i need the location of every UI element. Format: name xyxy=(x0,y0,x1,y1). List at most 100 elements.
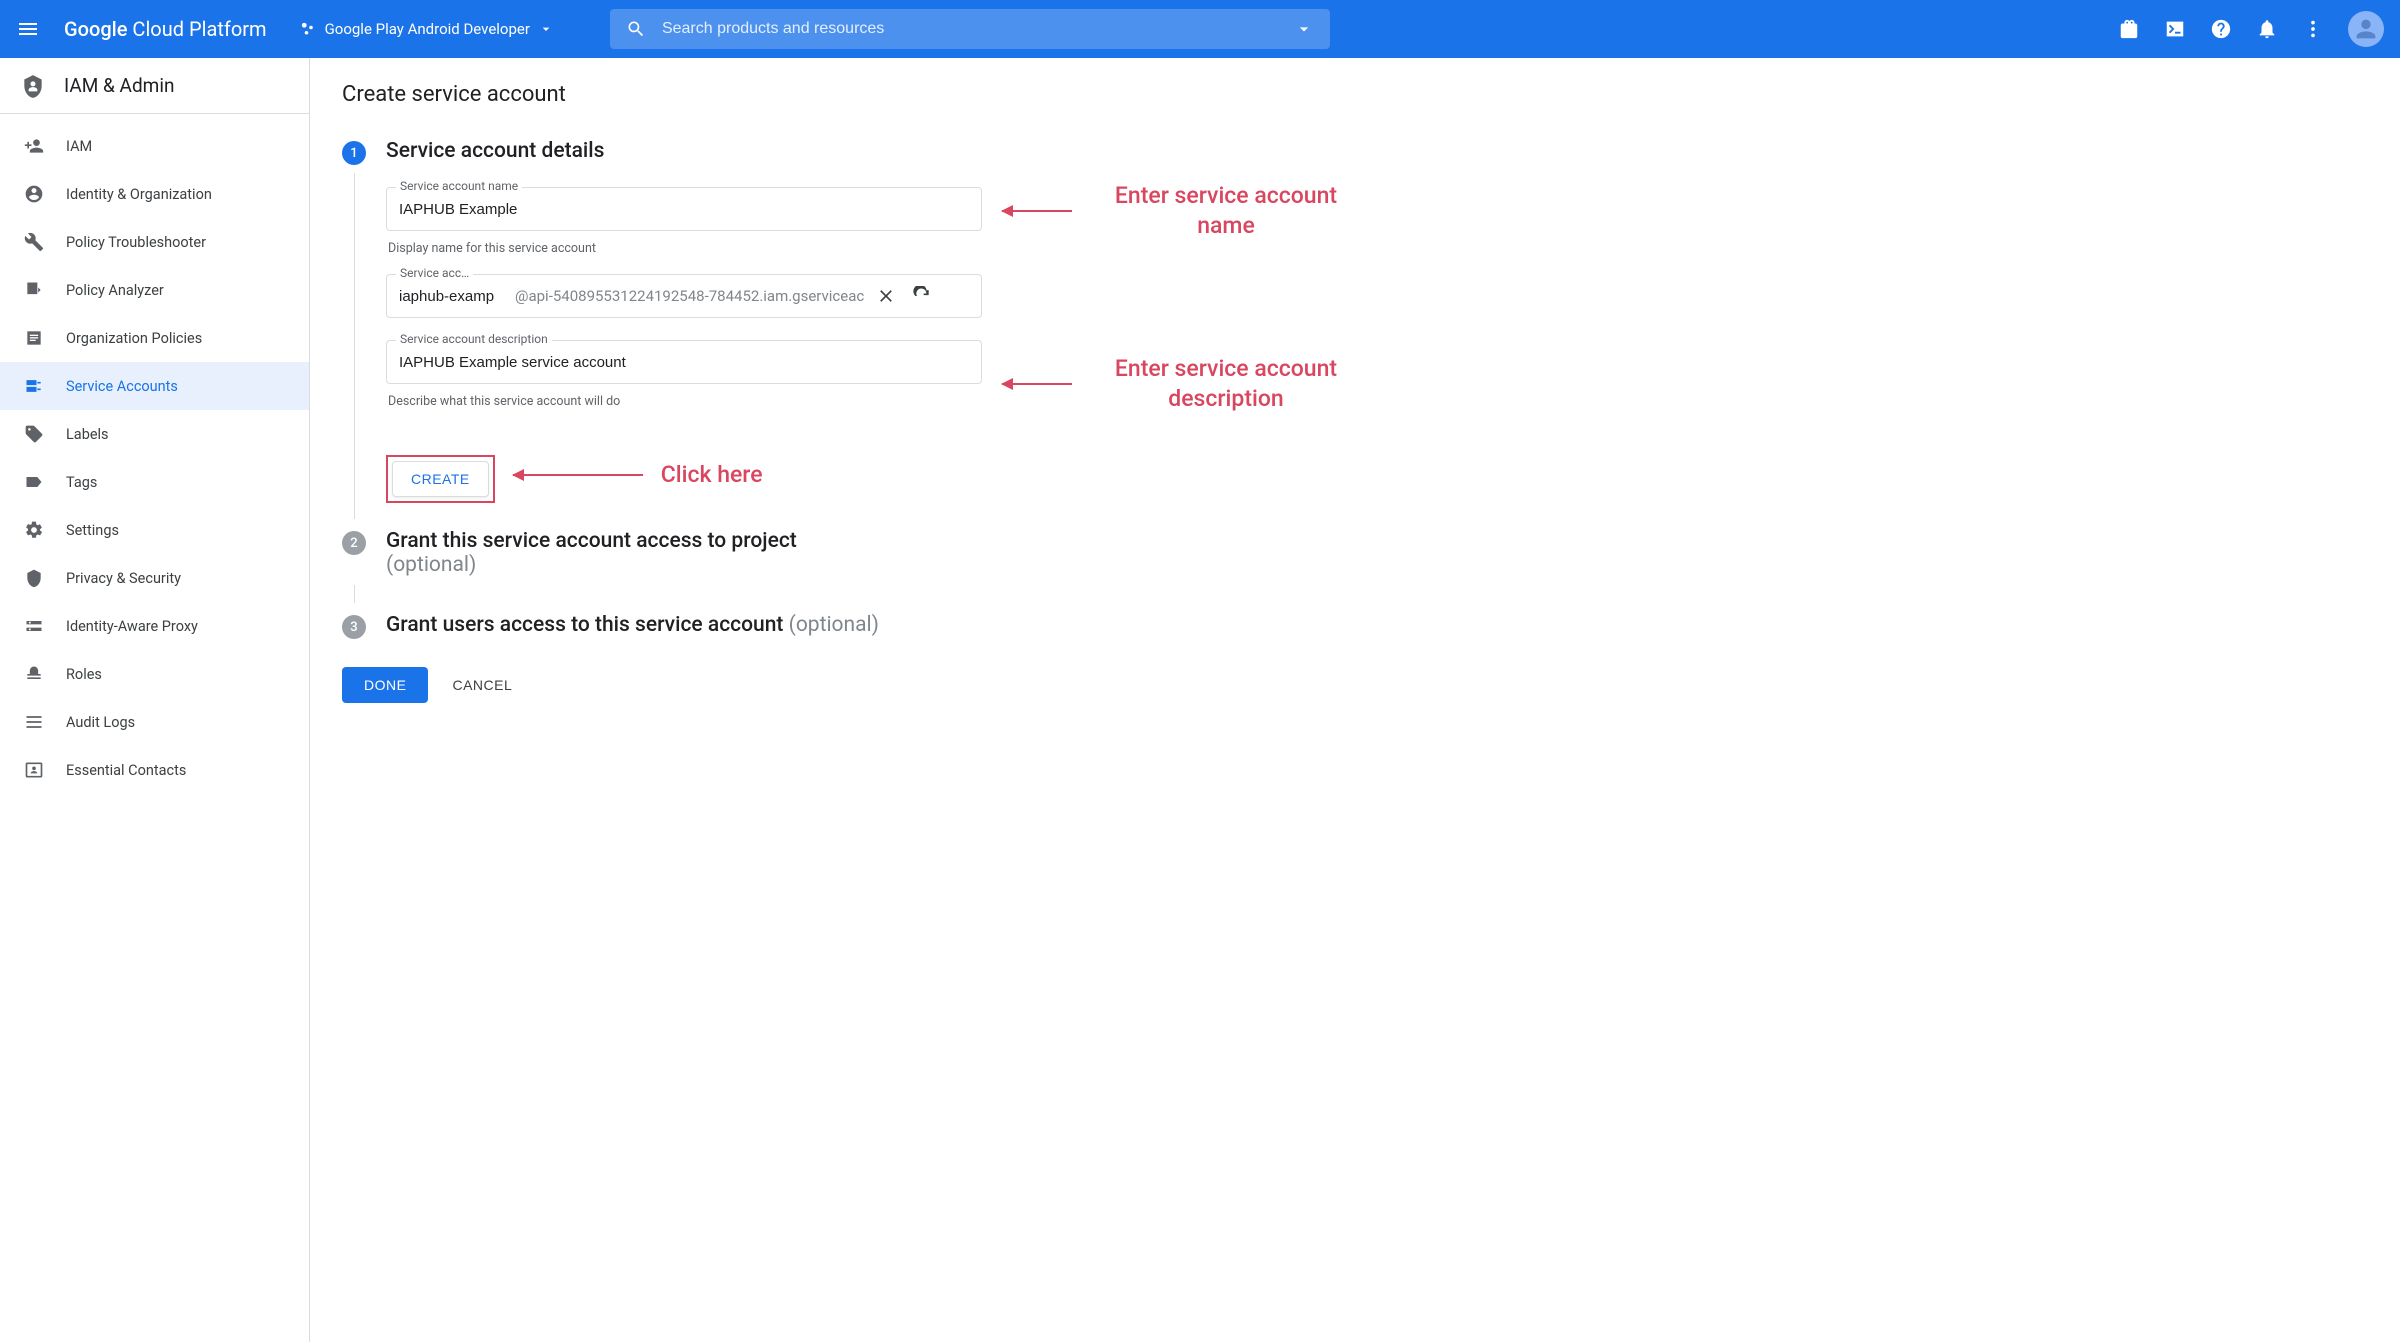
step-3-number: 3 xyxy=(342,615,366,639)
nav-label: Identity-Aware Proxy xyxy=(66,618,198,635)
nav-label: Privacy & Security xyxy=(66,570,181,587)
step-1-number: 1 xyxy=(342,141,366,165)
nav-item-settings[interactable]: Settings xyxy=(0,506,309,554)
chevron-down-icon[interactable] xyxy=(1294,19,1314,39)
nav-label: Organization Policies xyxy=(66,330,202,347)
service-account-description-field: Service account description xyxy=(386,340,982,384)
step-3: 3 Grant users access to this service acc… xyxy=(342,613,982,639)
nav-label: IAM xyxy=(66,138,92,155)
service-account-name-field: Service account name xyxy=(386,187,982,231)
policy-analyzer-icon xyxy=(24,280,44,300)
name-help-text: Display name for this service account xyxy=(386,235,982,274)
nav-label: Policy Analyzer xyxy=(66,282,164,299)
nav-label: Labels xyxy=(66,426,109,443)
annotation-name: Enter service account name xyxy=(1002,181,1366,241)
avatar[interactable] xyxy=(2348,11,2384,47)
nav-item-audit-logs[interactable]: Audit Logs xyxy=(0,698,309,746)
nav-label: Essential Contacts xyxy=(66,762,186,779)
nav-label: Audit Logs xyxy=(66,714,135,731)
desc-help-text: Describe what this service account will … xyxy=(386,388,982,427)
search-input[interactable] xyxy=(662,20,1278,38)
step-2-number: 2 xyxy=(342,531,366,555)
hat-icon xyxy=(24,664,44,684)
notifications-icon[interactable] xyxy=(2256,18,2278,40)
field-label: Service account description xyxy=(396,332,552,346)
service-account-id-suffix: @api-540895531224192548-784452.iam.gserv… xyxy=(515,287,864,305)
nav-label: Identity & Organization xyxy=(66,186,212,203)
nav-item-labels[interactable]: Labels xyxy=(0,410,309,458)
nav: IAM Identity & Organization Policy Troub… xyxy=(0,114,309,794)
nav-item-roles[interactable]: Roles xyxy=(0,650,309,698)
page-title: Create service account xyxy=(342,82,2368,107)
step-1-title: Service account details xyxy=(386,139,982,163)
nav-item-org-policies[interactable]: Organization Policies xyxy=(0,314,309,362)
service-account-icon xyxy=(24,376,44,396)
top-header: Google Cloud Platform Google Play Androi… xyxy=(0,0,2400,58)
annotation-description: Enter service account description xyxy=(1002,354,1366,414)
shield-icon xyxy=(24,568,44,588)
service-account-name-input[interactable] xyxy=(399,201,969,218)
header-actions xyxy=(2094,11,2384,47)
nav-label: Settings xyxy=(66,522,119,539)
sidebar-title: IAM & Admin xyxy=(64,74,174,97)
annotation-arrow xyxy=(513,474,643,476)
step-3-title: Grant users access to this service accou… xyxy=(386,613,982,637)
help-icon[interactable] xyxy=(2210,18,2232,40)
cancel-button[interactable]: CANCEL xyxy=(452,677,512,693)
main-content: Create service account 1 Service account… xyxy=(310,58,2400,1342)
contacts-icon xyxy=(24,760,44,780)
document-icon xyxy=(24,328,44,348)
sidebar: IAM & Admin IAM Identity & Organization … xyxy=(0,58,310,1342)
nav-item-tags[interactable]: Tags xyxy=(0,458,309,506)
sidebar-header: IAM & Admin xyxy=(0,58,309,114)
field-label: Service account name xyxy=(396,179,522,193)
step-2: 2 Grant this service account access to p… xyxy=(342,529,982,577)
logo[interactable]: Google Cloud Platform xyxy=(64,17,267,41)
nav-item-identity-org[interactable]: Identity & Organization xyxy=(0,170,309,218)
iap-icon xyxy=(24,616,44,636)
chevron-down-icon xyxy=(538,21,554,37)
project-selector[interactable]: Google Play Android Developer xyxy=(299,20,554,38)
footer-buttons: DONE CANCEL xyxy=(342,667,982,703)
gear-icon xyxy=(24,520,44,540)
step-1: 1 Service account details xyxy=(342,139,982,165)
nav-label: Tags xyxy=(66,474,97,491)
done-button[interactable]: DONE xyxy=(342,667,428,703)
nav-item-privacy-security[interactable]: Privacy & Security xyxy=(0,554,309,602)
person-add-icon xyxy=(24,136,44,156)
step-2-title: Grant this service account access to pro… xyxy=(386,529,982,577)
search-icon xyxy=(626,19,646,39)
nav-item-service-accounts[interactable]: Service Accounts xyxy=(0,362,309,410)
gift-icon[interactable] xyxy=(2118,18,2140,40)
hamburger-menu-icon[interactable] xyxy=(16,17,40,41)
nav-label: Service Accounts xyxy=(66,378,178,395)
nav-item-policy-troubleshooter[interactable]: Policy Troubleshooter xyxy=(0,218,309,266)
label-icon xyxy=(24,472,44,492)
refresh-icon[interactable] xyxy=(908,282,936,310)
service-account-description-input[interactable] xyxy=(399,354,969,371)
nav-label: Roles xyxy=(66,666,102,683)
nav-item-iap[interactable]: Identity-Aware Proxy xyxy=(0,602,309,650)
cloud-shell-icon[interactable] xyxy=(2164,18,2186,40)
annotation-create: Click here xyxy=(661,460,763,490)
account-circle-icon xyxy=(24,184,44,204)
tag-icon xyxy=(24,424,44,444)
project-name: Google Play Android Developer xyxy=(325,20,530,38)
annotation-arrow xyxy=(1002,383,1072,385)
iam-admin-icon xyxy=(20,73,46,99)
nav-item-iam[interactable]: IAM xyxy=(0,122,309,170)
clear-icon[interactable] xyxy=(872,282,900,310)
wrench-icon xyxy=(24,232,44,252)
create-button-highlight: CREATE xyxy=(386,455,495,503)
list-icon xyxy=(24,712,44,732)
nav-label: Policy Troubleshooter xyxy=(66,234,206,251)
service-account-id-input[interactable] xyxy=(399,288,507,305)
service-account-id-field: Service acc… @api-540895531224192548-784… xyxy=(386,274,982,318)
nav-item-essential-contacts[interactable]: Essential Contacts xyxy=(0,746,309,794)
more-vert-icon[interactable] xyxy=(2302,18,2324,40)
annotation-arrow xyxy=(1002,210,1072,212)
field-label: Service acc… xyxy=(396,266,473,280)
create-button[interactable]: CREATE xyxy=(392,461,489,497)
search-box[interactable] xyxy=(610,9,1330,49)
nav-item-policy-analyzer[interactable]: Policy Analyzer xyxy=(0,266,309,314)
